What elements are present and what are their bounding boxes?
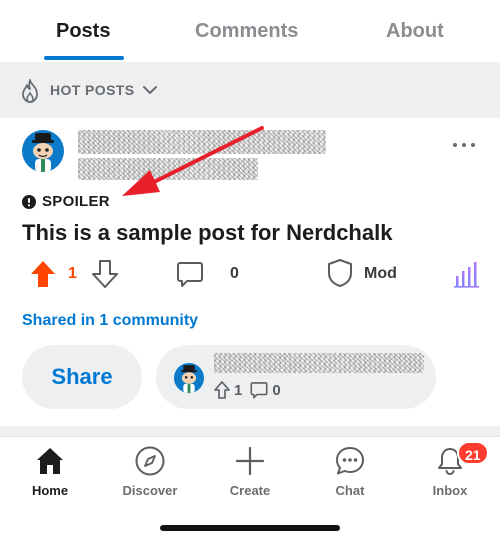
- nav-chat-label: Chat: [335, 483, 365, 498]
- crosspost-comment-count: 0: [272, 381, 281, 399]
- downvote-button[interactable]: [92, 260, 118, 288]
- plus-icon: [235, 446, 265, 476]
- downvote-arrow-icon: [92, 260, 118, 288]
- mod-label: Mod: [364, 265, 397, 282]
- tab-comments[interactable]: Comments: [195, 20, 298, 43]
- upvote-arrow-icon: [31, 261, 55, 287]
- shared-community-link[interactable]: Shared in 1 community: [22, 312, 198, 330]
- section-divider: [0, 426, 500, 436]
- spoiler-label: SPOILER: [42, 193, 110, 210]
- more-options-button[interactable]: [452, 140, 478, 150]
- snoo-avatar-icon: [32, 133, 54, 172]
- shield-icon: [328, 259, 352, 287]
- nav-inbox-label: Inbox: [432, 483, 468, 498]
- chevron-down-icon: [143, 86, 157, 94]
- bar-chart-icon: [454, 262, 479, 288]
- nav-home-label: Home: [31, 483, 69, 498]
- redacted-community-name: [78, 130, 326, 154]
- home-indicator: [160, 525, 340, 531]
- comment-bubble-icon: [250, 382, 268, 399]
- nav-create-label: Create: [229, 483, 271, 498]
- upvote-count: 1: [68, 265, 77, 282]
- spoiler-tag: SPOILER: [22, 193, 110, 210]
- crosspost-stats: 1 0: [214, 381, 281, 399]
- share-button[interactable]: Share: [22, 345, 142, 409]
- nav-create[interactable]: Create: [205, 445, 295, 498]
- chat-bubble-icon: [336, 447, 364, 475]
- nav-inbox[interactable]: 21 Inbox: [405, 441, 495, 498]
- nav-home[interactable]: Home: [5, 445, 95, 498]
- comment-count: 0: [230, 265, 239, 282]
- inbox-badge: 21: [457, 441, 489, 465]
- sort-label: HOT POSTS: [50, 82, 135, 98]
- active-tab-indicator: [44, 56, 124, 60]
- upvote-button[interactable]: [30, 260, 56, 288]
- home-icon: [37, 448, 63, 474]
- upvote-arrow-icon: [214, 381, 230, 399]
- comment-bubble-icon: [177, 262, 203, 287]
- crosspost-card[interactable]: 1 0: [156, 345, 436, 409]
- alert-icon: [22, 194, 36, 209]
- post-actions: 1 0 Mod: [0, 258, 500, 290]
- compass-icon: [135, 446, 165, 476]
- snoo-avatar-icon: [181, 365, 197, 393]
- tab-about[interactable]: About: [386, 20, 444, 43]
- crosspost-upvote-count: 1: [234, 381, 243, 399]
- sort-bar[interactable]: HOT POSTS: [0, 62, 500, 118]
- redacted-crosspost-community: [214, 353, 424, 373]
- post-title[interactable]: This is a sample post for Nerdchalk: [22, 220, 392, 246]
- profile-tabs: Posts Comments About: [0, 0, 500, 62]
- comments-button[interactable]: [176, 260, 204, 288]
- nav-discover-label: Discover: [122, 483, 178, 498]
- flame-icon: [22, 79, 38, 103]
- insights-button[interactable]: [454, 260, 480, 288]
- redacted-username: [78, 158, 258, 180]
- avatar[interactable]: [22, 130, 64, 172]
- nav-chat[interactable]: Chat: [305, 445, 395, 498]
- tab-posts[interactable]: Posts: [56, 20, 110, 43]
- mod-button[interactable]: [326, 258, 354, 288]
- nav-discover[interactable]: Discover: [105, 445, 195, 498]
- crosspost-avatar: [174, 363, 204, 393]
